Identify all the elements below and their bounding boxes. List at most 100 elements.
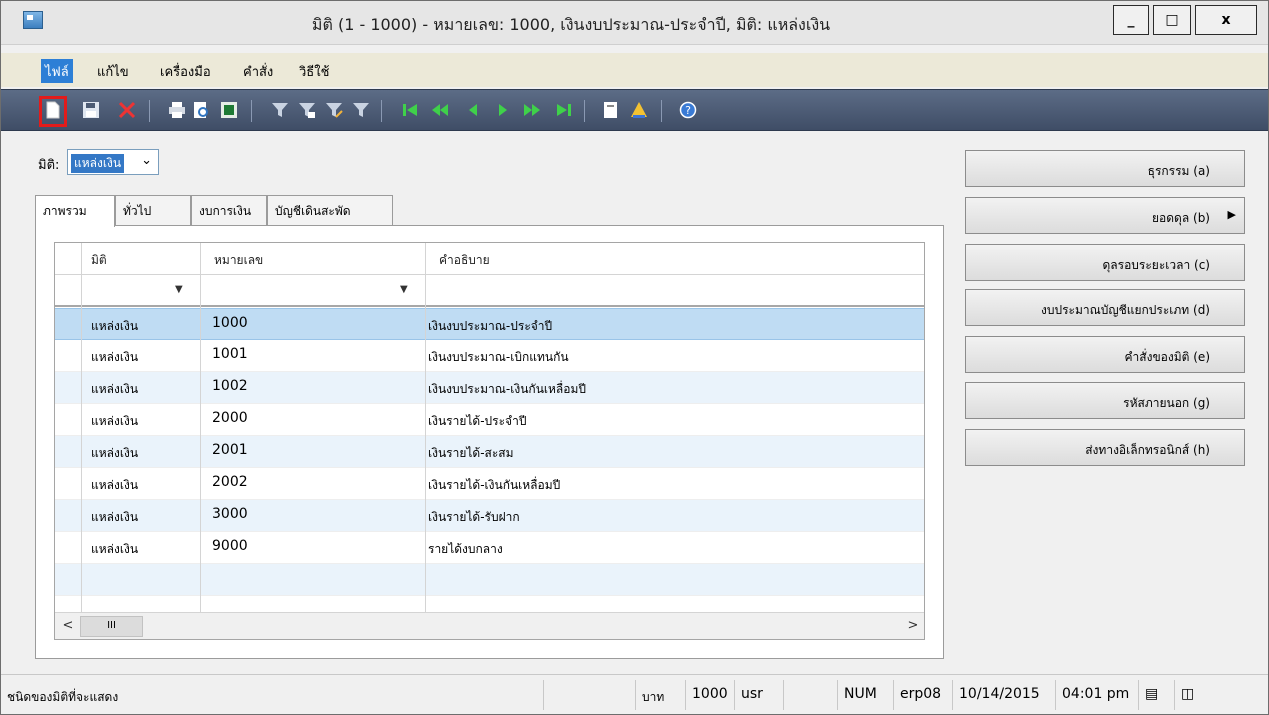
application-window: มิติ (1 - 1000) - หมายเลข: 1000, เงินงบป… [0,0,1269,715]
filter-icon[interactable] [271,101,289,119]
cell-description: เงินงบประมาณ-เบิกแทนกัน [428,350,569,364]
submenu-arrow-icon: ▶ [1227,208,1236,221]
cell-description: เงินรายได้-สะสม [428,446,514,460]
column-header-description[interactable]: คำอธิบาย [439,251,490,270]
tab-financial-statement[interactable]: งบการเงิน [191,195,267,225]
cell-number: 9000 [212,538,248,554]
menu-help[interactable]: วิธีใช้ [295,59,333,83]
external-codes-button[interactable]: รหัสภายนอก (g) [965,382,1245,419]
cell-description: เงินงบประมาณ-เงินกันเหลื่อมปี [428,382,586,396]
table-row[interactable]: แหล่งเงิน 1000 เงินงบประมาณ-ประจำปี [55,308,924,340]
last-record-icon[interactable] [555,101,573,119]
status-printer-icon[interactable]: ▤ [1138,680,1174,710]
cell-dimension: แหล่งเงิน [91,510,139,524]
previous-record-icon[interactable] [464,101,482,119]
first-record-icon[interactable] [401,101,419,119]
dimension-orders-button[interactable]: คำสั่งของมิติ (e) [965,336,1245,373]
dimension-label: มิติ: [38,158,60,173]
table-row[interactable]: แหล่งเงิน 2001 เงินรายได้-สะสม [55,436,924,468]
toolbar: ? [1,89,1268,131]
cell-dimension: แหล่งเงิน [91,382,139,396]
cell-number: 2001 [212,442,248,458]
cell-description: เงินรายได้-เงินกันเหลื่อมปี [428,478,561,492]
cell-number: 1002 [212,378,248,394]
table-row[interactable]: แหล่งเงิน 2002 เงินรายได้-เงินกันเหลื่อม… [55,468,924,500]
cell-number: 3000 [212,506,248,522]
scroll-thumb[interactable]: III [80,616,143,637]
window-title: มิติ (1 - 1000) - หมายเลข: 1000, เงินงบป… [311,15,831,34]
export-excel-icon[interactable] [220,101,238,119]
alert-icon[interactable] [630,101,648,119]
cell-description: เงินงบประมาณ-ประจำปี [428,319,553,333]
cell-dimension: แหล่งเงิน [91,478,139,492]
status-company[interactable]: 1000 [685,680,734,710]
menu-edit[interactable]: แก้ไข [93,59,133,83]
next-page-icon[interactable] [523,101,541,119]
table-row[interactable]: แหล่งเงิน 2000 เงินรายได้-ประจำปี [55,404,924,436]
toolbar-separator [251,100,252,122]
print-icon[interactable] [168,101,186,119]
advanced-filter-icon[interactable] [325,101,343,119]
cell-description: เงินรายได้-รับฝาก [428,510,520,524]
ledger-budget-button[interactable]: งบประมาณบัญชีแยกประเภท (d) [965,289,1245,326]
period-balances-button[interactable]: ดุลรอบระยะเวลา (c) [965,244,1245,281]
print-preview-icon[interactable] [192,101,210,119]
transactions-button[interactable]: ธุรกรรม (a) [965,150,1245,187]
status-currency[interactable]: บาท [635,680,670,710]
toolbar-separator [149,100,150,122]
dimension-grid: มิติ หมายเลข คำอธิบาย ▼ ▼ แหล่งเงิน 1000… [54,242,925,640]
close-button[interactable]: x [1195,5,1257,35]
tab-overview[interactable]: ภาพรวม [35,195,115,227]
next-record-icon[interactable] [494,101,512,119]
grid-filter-row: ▼ ▼ [55,275,924,307]
minimize-button[interactable]: _ [1113,5,1149,35]
menu-tools[interactable]: เครื่องมือ [156,59,215,83]
table-row[interactable]: แหล่งเงิน 1002 เงินงบประมาณ-เงินกันเหลื่… [55,372,924,404]
send-electronically-button[interactable]: ส่งทางอิเล็กทรอนิกส์ (h) [965,429,1245,466]
maximize-button[interactable]: □ [1153,5,1191,35]
filter-by-selection-icon[interactable] [298,101,316,119]
save-icon[interactable] [82,101,100,119]
cell-description: เงินรายได้-ประจำปี [428,414,527,428]
column-divider [200,243,201,612]
delete-icon[interactable] [118,101,136,119]
dimension-select[interactable]: แหล่งเงิน ⌄ [67,149,159,175]
help-icon[interactable]: ? [679,101,697,119]
column-header-dimension[interactable]: มิติ [91,251,107,270]
status-database-icon[interactable]: ◫ [1174,680,1210,710]
cell-dimension: แหล่งเงิน [91,414,139,428]
status-layer: usr [734,680,784,710]
balances-button[interactable]: ยอดดุล (b) ▶ [965,197,1245,234]
cell-dimension: แหล่งเงิน [91,319,139,333]
empty-row [55,564,924,596]
document-handling-icon[interactable] [602,101,620,119]
scroll-right-button[interactable]: > [902,615,924,637]
new-icon[interactable] [44,101,62,119]
column-divider [425,243,426,612]
status-server: erp08 [893,680,947,710]
tab-current-account[interactable]: บัญชีเดินสะพัด [267,195,393,225]
cell-dimension: แหล่งเงิน [91,350,139,364]
table-row[interactable]: แหล่งเงิน 1001 เงินงบประมาณ-เบิกแทนกัน [55,340,924,372]
cell-dimension: แหล่งเงิน [91,446,139,460]
scroll-left-button[interactable]: < [57,615,79,637]
status-num: NUM [837,680,883,710]
toolbar-separator [584,100,585,122]
filter-dropdown-icon[interactable]: ▼ [175,284,183,295]
menu-file[interactable]: ไฟล์ [41,59,73,83]
menu-command[interactable]: คำสั่ง [239,59,277,83]
status-blank [543,680,635,710]
tab-general[interactable]: ทั่วไป [115,195,191,225]
table-row[interactable]: แหล่งเงิน 3000 เงินรายได้-รับฝาก [55,500,924,532]
previous-page-icon[interactable] [431,101,449,119]
grid-header: มิติ หมายเลข คำอธิบาย [55,243,924,275]
cell-dimension: แหล่งเงิน [91,542,139,556]
filter-dropdown-icon[interactable]: ▼ [400,284,408,295]
status-help-text: ชนิดของมิติที่จะแสดง [7,690,119,704]
column-header-number[interactable]: หมายเลข [214,251,263,270]
horizontal-scrollbar[interactable]: < III > [55,612,924,639]
toolbar-separator [381,100,382,122]
table-row[interactable]: แหล่งเงิน 9000 รายได้งบกลาง [55,532,924,564]
cell-description: รายได้งบกลาง [428,542,503,556]
remove-filter-icon[interactable] [352,101,370,119]
